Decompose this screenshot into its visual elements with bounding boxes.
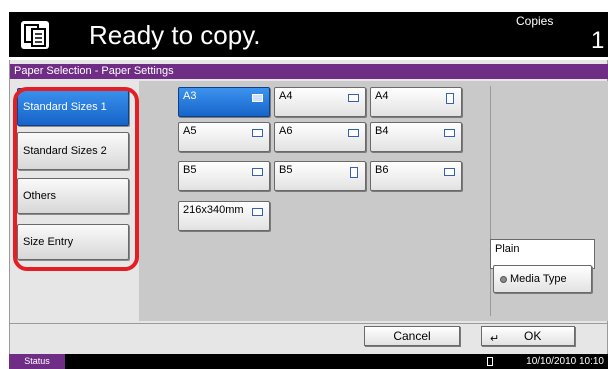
size-a3-landscape-button[interactable]: A3: [178, 87, 270, 117]
size-label: A4: [279, 90, 293, 102]
copies-label: Copies: [516, 14, 554, 28]
landscape-paper-icon: [252, 168, 263, 176]
enter-arrow-icon: ↵: [490, 333, 500, 345]
portrait-paper-icon: [446, 93, 454, 104]
page-title: Ready to copy.: [89, 20, 261, 50]
indicator-dot-icon: [500, 275, 507, 283]
copy-document-icon: [21, 21, 49, 49]
category-label: Size Entry: [23, 235, 74, 248]
category-standard-sizes-2-button[interactable]: Standard Sizes 2: [17, 132, 129, 170]
landscape-paper-icon: [348, 94, 359, 102]
size-label: A3: [183, 90, 197, 102]
status-bar: Status 10/10/2010 10:10: [9, 354, 608, 369]
landscape-paper-icon: [252, 129, 263, 137]
media-type-value: Plain: [495, 243, 520, 255]
size-label: A6: [279, 125, 293, 137]
size-label: B5: [183, 164, 197, 176]
size-label: 216x340mm: [183, 204, 244, 216]
status-button[interactable]: Status: [9, 354, 65, 369]
size-label: A5: [183, 125, 197, 137]
landscape-paper-icon: [252, 208, 263, 216]
size-b5-portrait-button[interactable]: B5: [274, 161, 366, 191]
media-type-label: Media Type: [510, 273, 567, 285]
size-a5-landscape-button[interactable]: A5: [178, 122, 270, 152]
portrait-paper-icon: [350, 167, 358, 178]
size-label: B4: [375, 125, 389, 137]
size-label: B5: [279, 164, 293, 176]
size-216x340mm-landscape-button[interactable]: 216x340mm: [178, 201, 270, 231]
landscape-paper-icon: [444, 168, 455, 176]
divider: [490, 86, 491, 316]
category-label: Standard Sizes 2: [23, 144, 107, 157]
size-a4-portrait-button[interactable]: A4: [370, 87, 462, 117]
size-label: A4: [375, 90, 389, 102]
header-bar: Ready to copy. Copies 1: [9, 12, 608, 57]
copies-count: 1: [591, 27, 605, 54]
size-b5-landscape-button[interactable]: B5: [178, 161, 270, 191]
size-label: B6: [375, 164, 389, 176]
size-b4-landscape-button[interactable]: B4: [370, 122, 462, 152]
paper-selection-panel: Paper Selection - Paper Settings Standar…: [9, 60, 608, 354]
category-others-button[interactable]: Others: [17, 178, 129, 214]
cancel-button[interactable]: Cancel: [364, 326, 460, 346]
ok-label: OK: [524, 329, 542, 343]
size-b6-landscape-button[interactable]: B6: [370, 161, 462, 191]
size-a6-landscape-button[interactable]: A6: [274, 122, 366, 152]
size-a4-landscape-button[interactable]: A4: [274, 87, 366, 117]
status-datetime: 10/10/2010 10:10: [526, 356, 604, 367]
media-type-button[interactable]: Media Type: [493, 265, 592, 293]
category-label: Others: [23, 189, 57, 202]
ok-button[interactable]: ↵ OK: [481, 326, 575, 346]
landscape-paper-icon: [252, 94, 263, 102]
landscape-paper-icon: [348, 129, 359, 137]
category-standard-sizes-1-button[interactable]: Standard Sizes 1: [17, 88, 129, 126]
divider: [9, 323, 608, 324]
landscape-paper-icon: [444, 129, 455, 137]
category-label: Standard Sizes 1: [23, 100, 107, 113]
document-icon: [487, 357, 493, 366]
category-size-entry-button[interactable]: Size Entry: [17, 224, 129, 260]
panel-title: Paper Selection - Paper Settings: [10, 64, 608, 79]
